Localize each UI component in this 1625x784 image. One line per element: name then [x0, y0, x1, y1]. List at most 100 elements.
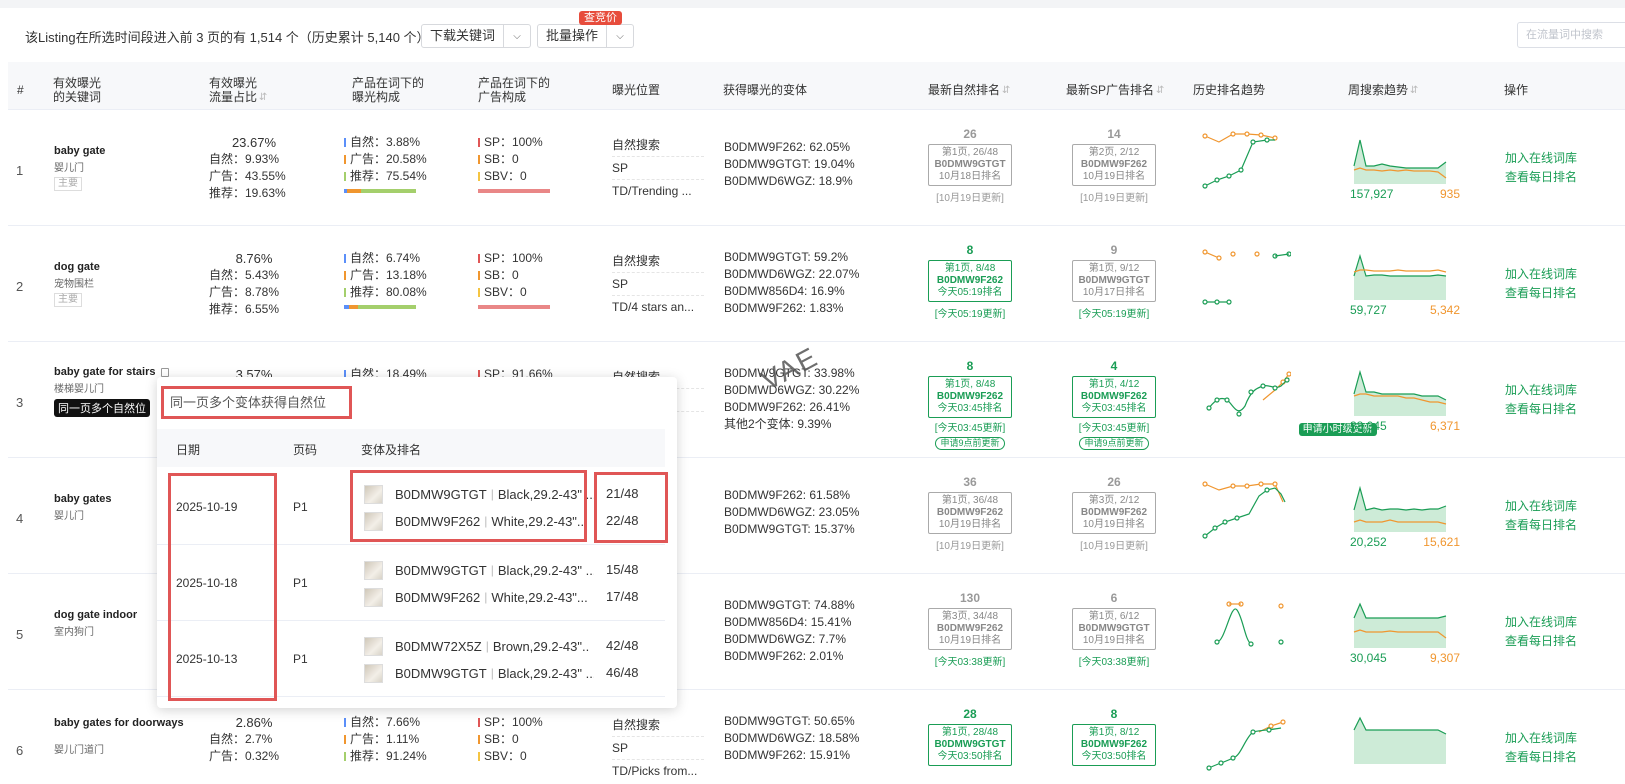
rank-asin: B0DMW9F262 — [936, 391, 1004, 402]
sort-icon[interactable]: ⇵ — [1002, 84, 1010, 98]
copy-icon[interactable] — [160, 367, 169, 377]
popover-col-date: 日期 — [176, 443, 201, 457]
add-to-keyword-library-link[interactable]: 加入在线词库 — [1505, 265, 1577, 284]
header-organic-rank[interactable]: 最新自然排名 ⇵ — [928, 83, 1010, 98]
keyword-text[interactable]: baby gates — [54, 493, 111, 505]
view-daily-rank-link[interactable]: 查看每日排名 — [1505, 168, 1577, 187]
organic-rank-box[interactable]: 第1页, 8/48 B0DMW9F262 今天05:19排名 — [928, 260, 1012, 302]
variant-share: 其他2个变体: 9.39% — [724, 417, 832, 431]
exposure-position-cell: 自然搜索 SP TD/4 stars an... — [612, 250, 704, 319]
view-daily-rank-link[interactable]: 查看每日排名 — [1505, 516, 1577, 535]
history-rank-sparkline — [1202, 131, 1278, 189]
weekly-rank-value: 9,307 — [1429, 651, 1460, 665]
keyword-translation: 婴儿门 — [54, 511, 84, 522]
position-organic: 自然搜索 — [612, 134, 704, 157]
history-rank-trend[interactable] — [1201, 476, 1291, 549]
weekly-rank-value: 15,621 — [1423, 535, 1460, 549]
header-traffic-share[interactable]: 有效曝光 流量占比 ⇵ — [209, 76, 267, 105]
header-weekly-trend[interactable]: 周搜索趋势 ⇵ — [1348, 83, 1418, 98]
variant-rank: 46/48 — [606, 665, 639, 680]
history-rank-trend[interactable] — [1201, 592, 1291, 665]
weekly-search-trend[interactable]: 157,927 935 — [1350, 134, 1460, 201]
product-thumbnail[interactable] — [364, 663, 383, 683]
add-to-keyword-library-link[interactable]: 加入在线词库 — [1505, 149, 1577, 168]
chevron-down-icon[interactable]: ⌵ — [607, 25, 633, 47]
ad-sbv: SBV：0 — [484, 749, 527, 763]
view-daily-rank-link[interactable]: 查看每日排名 — [1505, 748, 1577, 767]
share-organic: 自然：2.7% — [209, 732, 273, 746]
chevron-down-icon[interactable]: ⌵ — [504, 25, 530, 47]
weekly-search-trend[interactable]: 20,252 15,621 — [1350, 482, 1460, 549]
keyword-text[interactable]: baby gate for stairs — [54, 366, 169, 378]
rank-date: 10月18日排名 — [938, 171, 1002, 182]
share-ad: 广告：43.55% — [209, 169, 286, 183]
keyword-text[interactable]: baby gates for doorways — [54, 717, 184, 729]
rank-page: 第1页, 8/12 — [1088, 727, 1140, 738]
add-to-keyword-library-link[interactable]: 加入在线词库 — [1505, 613, 1577, 632]
keyword-text[interactable]: baby gate — [54, 145, 105, 157]
download-keywords-button[interactable]: 下载关键词 ⌵ — [421, 24, 532, 48]
rank-updated: [今天03:38更新] — [1078, 657, 1150, 668]
batch-operation-label: 批量操作 — [538, 25, 608, 47]
history-rank-trend[interactable] — [1201, 128, 1291, 201]
view-daily-rank-link[interactable]: 查看每日排名 — [1505, 284, 1577, 303]
variant-share: B0DMW9F262: 26.41% — [724, 400, 851, 414]
popover-col-page: 页码 — [293, 443, 318, 457]
view-daily-rank-link[interactable]: 查看每日排名 — [1505, 400, 1577, 419]
variants-cell: B0DMW9GTGT: 74.88% B0DMW856D4: 15.41% B0… — [724, 597, 855, 665]
header-variants: 获得曝光的变体 — [723, 83, 808, 97]
weekly-search-trend[interactable] — [1350, 714, 1460, 767]
exposure-recommend: 推荐：91.24% — [350, 749, 427, 763]
sp-rank-value: 8 — [1110, 707, 1118, 721]
keyword-text[interactable]: dog gate indoor — [54, 609, 137, 621]
weekly-search-trend[interactable]: 59,727 5,342 — [1350, 250, 1460, 317]
actions-cell: 加入在线词库 查看每日排名 — [1505, 613, 1577, 651]
weekly-search-trend[interactable]: 30,045 9,307 — [1350, 598, 1460, 665]
sp-rank-box[interactable]: 第2页, 2/12 B0DMW9F262 10月19日排名 — [1072, 144, 1156, 186]
keyword-search-input[interactable]: 在流量词中搜索 — [1517, 22, 1625, 48]
check-bid-badge[interactable]: 查竞价 — [579, 11, 622, 25]
sp-rank-box[interactable]: 第1页, 9/12 B0DMW9GTGT 10月17日排名 — [1072, 260, 1156, 302]
variant-asin[interactable]: B0DMW9GTGT — [395, 563, 487, 578]
sort-icon[interactable]: ⇵ — [259, 91, 267, 105]
sort-icon[interactable]: ⇵ — [1156, 84, 1164, 98]
request-update-button[interactable]: 申请9点前更新 — [935, 437, 1005, 450]
weekly-search-volume: 20,252 — [1350, 535, 1387, 549]
organic-rank-cell: 28 第1页, 28/48 B0DMW9GTGT 今天03:50排名 — [927, 708, 1013, 766]
batch-operation-button[interactable]: 批量操作 ⌵ — [537, 24, 635, 48]
header-keyword-line1: 有效曝光 — [53, 76, 102, 90]
history-rank-trend[interactable] — [1201, 244, 1292, 317]
product-thumbnail[interactable] — [364, 560, 383, 580]
organic-rank-box[interactable]: 第3页, 34/48 B0DMW9F262 10月19日排名 — [928, 608, 1012, 650]
variant-asin[interactable]: B0DMW72X5Z — [395, 639, 482, 654]
variant-asin[interactable]: B0DMW9F262 — [395, 590, 480, 605]
header-sp-rank[interactable]: 最新SP广告排名 ⇵ — [1066, 83, 1164, 98]
add-to-keyword-library-link[interactable]: 加入在线词库 — [1505, 497, 1577, 516]
sp-rank-box[interactable]: 第1页, 6/12 B0DMW9GTGT 10月19日排名 — [1072, 608, 1156, 650]
sp-rank-box[interactable]: 第3页, 2/12 B0DMW9F262 10月19日排名 — [1072, 492, 1156, 534]
sp-rank-box[interactable]: 第1页, 4/12 B0DMW9F262 今天03:45排名 — [1072, 376, 1156, 418]
keyword-text[interactable]: dog gate — [54, 261, 100, 273]
multi-organic-tag[interactable]: 同一页多个自然位 — [54, 399, 150, 417]
weekly-search-trend[interactable]: 38,045 6,371 — [1350, 366, 1460, 433]
variant-asin[interactable]: B0DMW9GTGT — [395, 666, 487, 681]
variant-share: B0DMW9GTGT: 15.37% — [724, 522, 855, 536]
product-thumbnail[interactable] — [364, 636, 383, 656]
history-rank-trend[interactable] — [1201, 708, 1291, 781]
ad-sbv: SBV：0 — [484, 169, 527, 183]
rank-page: 第1页, 9/12 — [1088, 263, 1140, 274]
organic-rank-box[interactable]: 第1页, 26/48 B0DMW9GTGT 10月18日排名 — [928, 144, 1012, 186]
organic-rank-box[interactable]: 第1页, 8/48 B0DMW9F262 今天03:45排名 — [928, 376, 1012, 418]
product-thumbnail[interactable] — [364, 587, 383, 607]
add-to-keyword-library-link[interactable]: 加入在线词库 — [1505, 381, 1577, 400]
organic-rank-box[interactable]: 第1页, 36/48 B0DMW9F262 10月19日排名 — [928, 492, 1012, 534]
request-update-button[interactable]: 申请9点前更新 — [1079, 437, 1149, 450]
sp-rank-box[interactable]: 第1页, 8/12 B0DMW9F262 今天03:50排名 — [1072, 724, 1156, 766]
actions-cell: 加入在线词库 查看每日排名 — [1505, 265, 1577, 303]
rank-updated: [今天03:45更新] — [934, 423, 1006, 434]
view-daily-rank-link[interactable]: 查看每日排名 — [1505, 632, 1577, 651]
header-index: # — [17, 83, 24, 97]
add-to-keyword-library-link[interactable]: 加入在线词库 — [1505, 729, 1577, 748]
organic-rank-box[interactable]: 第1页, 28/48 B0DMW9GTGT 今天03:50排名 — [928, 724, 1012, 766]
sort-icon[interactable]: ⇵ — [1410, 84, 1418, 98]
